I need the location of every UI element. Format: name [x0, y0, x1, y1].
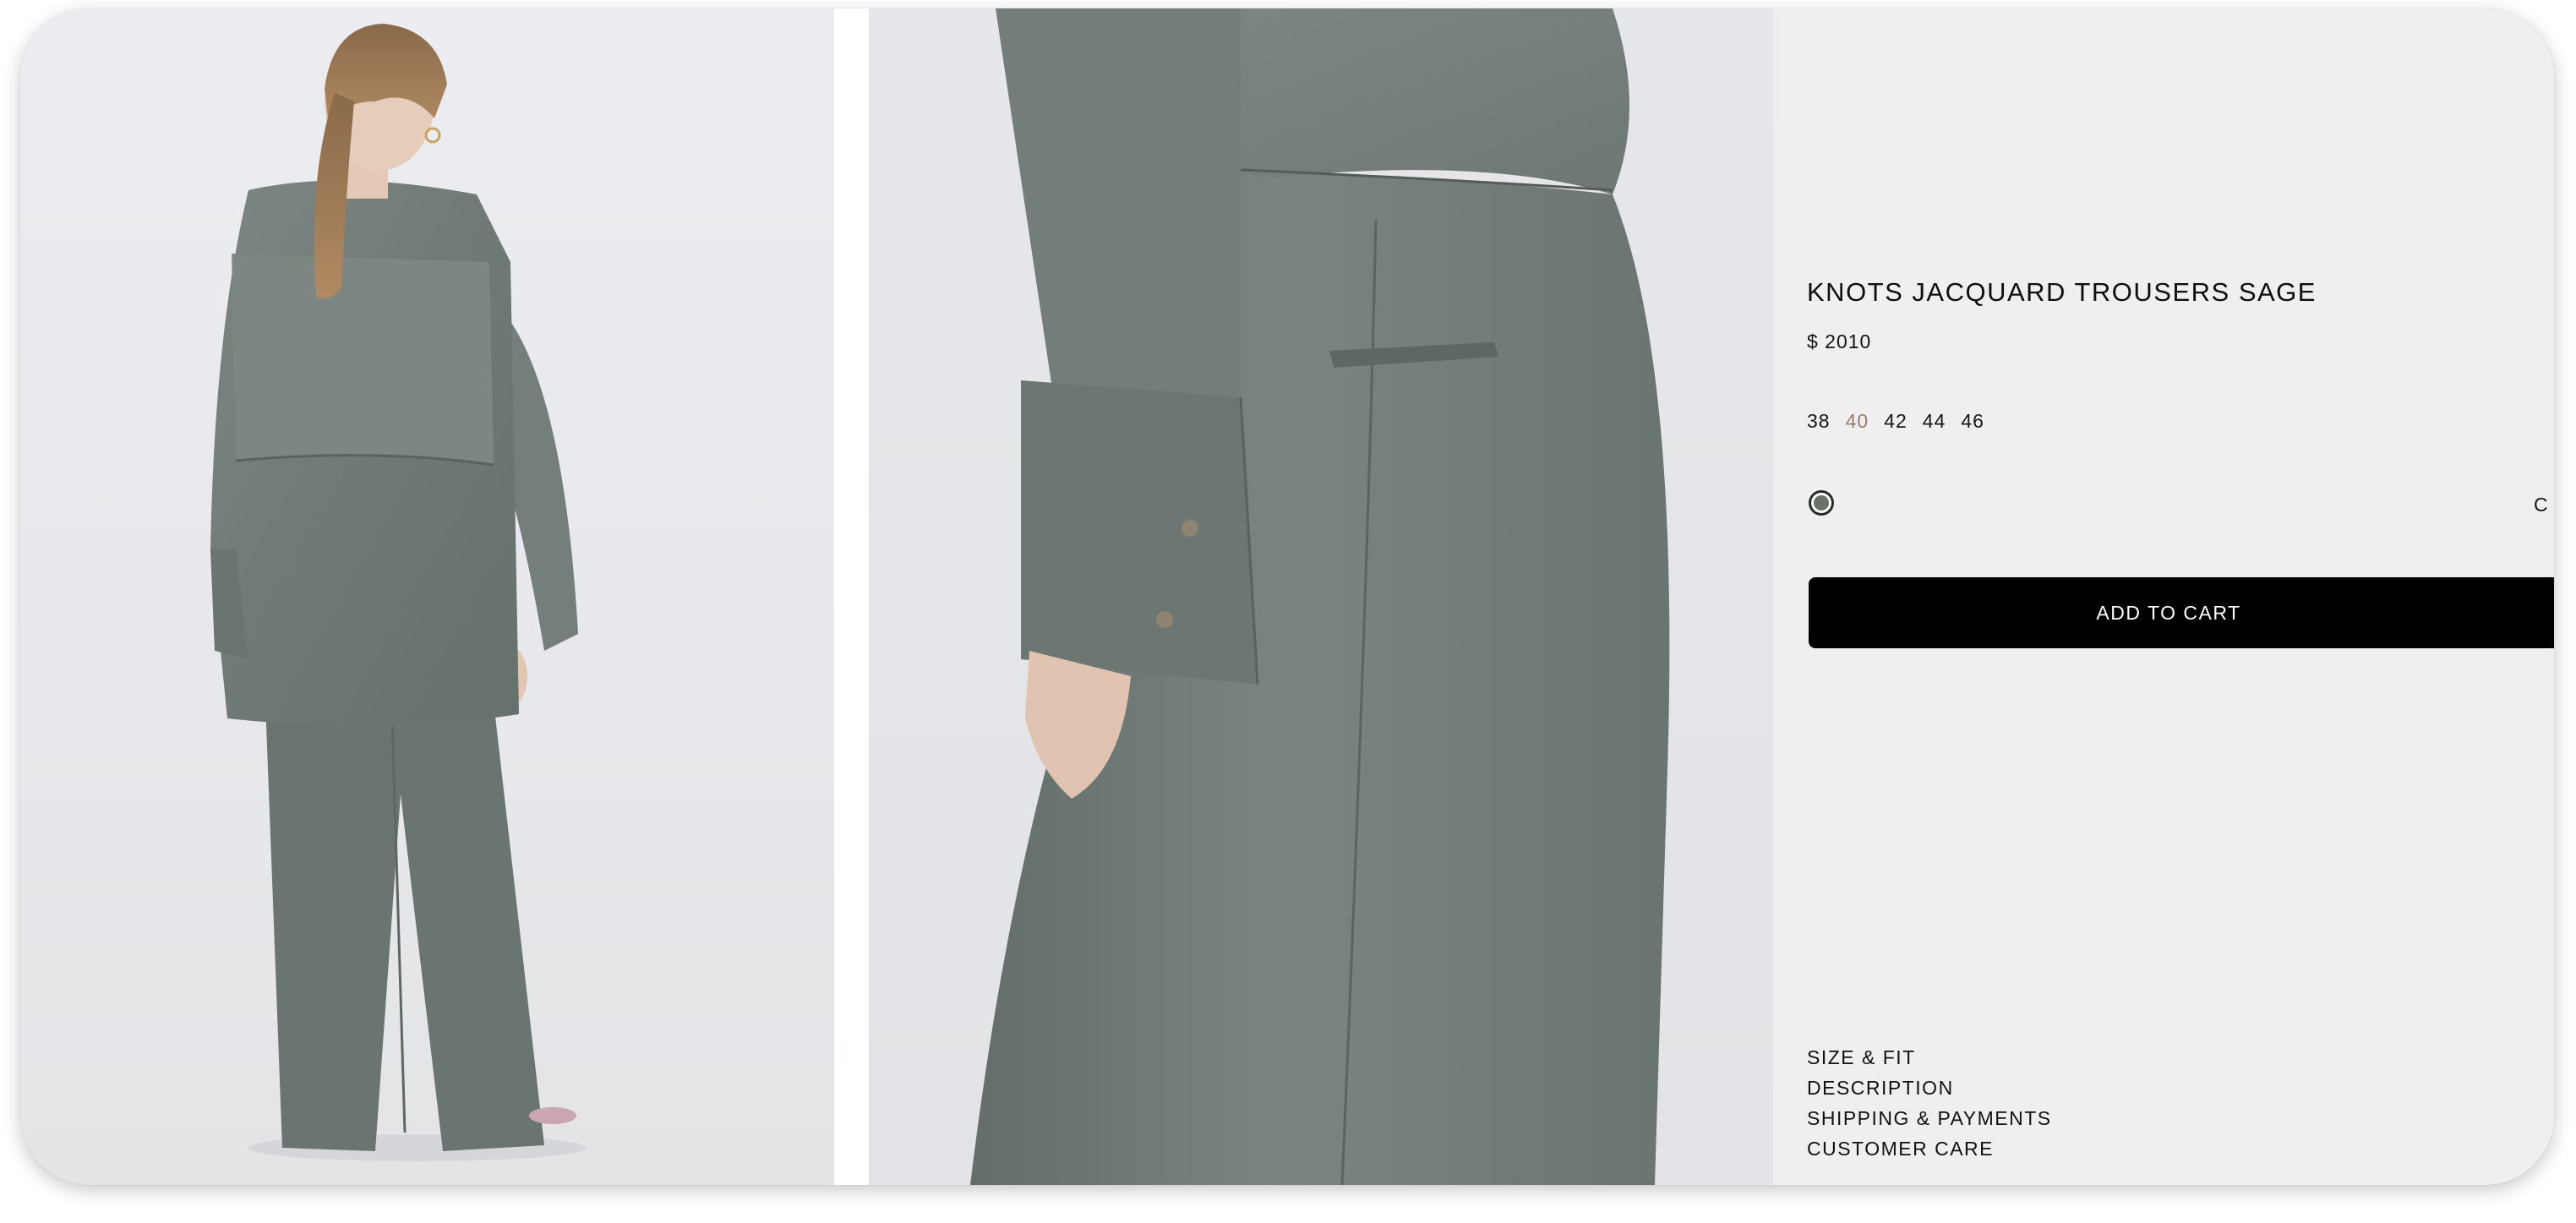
size-option-40[interactable]: 40	[1846, 410, 1869, 433]
color-swatch[interactable]	[1809, 490, 1834, 516]
customer-care-link[interactable]: CUSTOMER CARE	[1807, 1138, 2052, 1160]
product-page-window: KNOTS JACQUARD TROUSERS SAGE $ 2010 38 4…	[20, 8, 2554, 1185]
product-image-full-back-view[interactable]	[20, 8, 834, 1185]
shipping-payments-link[interactable]: SHIPPING & PAYMENTS	[1807, 1107, 2052, 1129]
image-gap	[834, 8, 869, 1185]
product-details-panel: KNOTS JACQUARD TROUSERS SAGE $ 2010 38 4…	[1773, 8, 2554, 1185]
add-to-cart-label: ADD TO CART	[2096, 601, 2241, 624]
add-to-cart-button[interactable]: ADD TO CART	[1809, 577, 2554, 648]
model-back-view-illustration	[210, 24, 587, 1161]
size-option-38[interactable]: 38	[1807, 410, 1831, 433]
size-selector: 38 40 42 44 46	[1807, 410, 1984, 433]
product-image-trousers-detail[interactable]	[869, 8, 1773, 1185]
size-option-42[interactable]: 42	[1884, 410, 1907, 433]
size-option-44[interactable]: 44	[1923, 410, 1946, 433]
product-title: KNOTS JACQUARD TROUSERS SAGE	[1807, 277, 2317, 307]
color-name-label: C	[2534, 494, 2549, 516]
product-price: $ 2010	[1807, 330, 1872, 352]
trousers-detail-illustration	[970, 8, 1670, 1185]
description-link[interactable]: DESCRIPTION	[1807, 1077, 2052, 1099]
color-swatch-fill	[1814, 495, 1829, 510]
info-links: SIZE & FIT DESCRIPTION SHIPPING & PAYMEN…	[1807, 1046, 2052, 1160]
size-option-46[interactable]: 46	[1961, 410, 1984, 433]
size-and-fit-link[interactable]: SIZE & FIT	[1807, 1046, 2052, 1068]
